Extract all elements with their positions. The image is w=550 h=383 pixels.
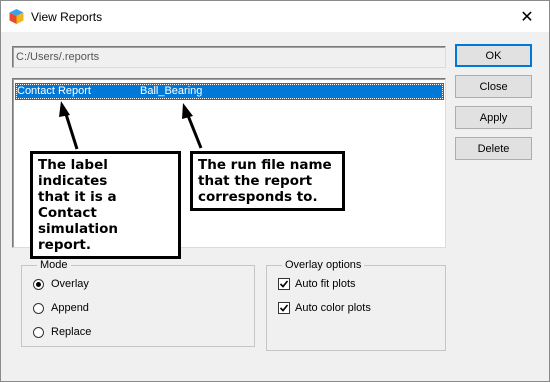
mode-overlay-radio[interactable]: Overlay (33, 278, 89, 290)
mode-group: Mode Overlay Append Replace (21, 259, 255, 347)
run-file-callout-arrowhead (182, 103, 193, 119)
mode-replace-radio[interactable]: Replace (33, 326, 91, 338)
auto-color-plots-checkbox[interactable]: Auto color plots (278, 302, 371, 314)
checkbox-checked-icon[interactable] (278, 278, 290, 290)
ok-button[interactable]: OK (455, 44, 532, 67)
label-callout-arrow (63, 110, 79, 150)
delete-button[interactable]: Delete (455, 137, 532, 160)
mode-append-label: Append (51, 302, 89, 314)
mode-replace-label: Replace (51, 326, 92, 338)
overlay-options-group: Overlay options Auto fit plots Auto colo… (266, 259, 446, 351)
mode-overlay-label: Overlay (51, 278, 89, 290)
run-file-callout: The run file name that the report corres… (190, 151, 345, 211)
mode-append-radio[interactable]: Append (33, 302, 89, 314)
auto-fit-plots-label: Auto fit plots (295, 278, 356, 290)
radio-selected-icon[interactable] (33, 278, 44, 290)
mode-group-title: Mode (37, 259, 71, 271)
label-callout: The label indicates that it is a Contact… (30, 151, 181, 259)
view-reports-dialog: View Reports ✕ C:/Users/.reports Contact… (0, 0, 550, 382)
label-callout-arrowhead (59, 101, 70, 117)
auto-fit-plots-checkbox[interactable]: Auto fit plots (278, 278, 356, 290)
run-file-callout-arrow (185, 112, 203, 149)
checkbox-checked-icon[interactable] (278, 302, 290, 314)
overlay-options-title: Overlay options (282, 259, 365, 271)
radio-unselected-icon[interactable] (33, 326, 44, 338)
close-button[interactable]: Close (455, 75, 532, 98)
radio-unselected-icon[interactable] (33, 302, 44, 314)
auto-color-plots-label: Auto color plots (295, 302, 371, 314)
apply-button[interactable]: Apply (455, 106, 532, 129)
